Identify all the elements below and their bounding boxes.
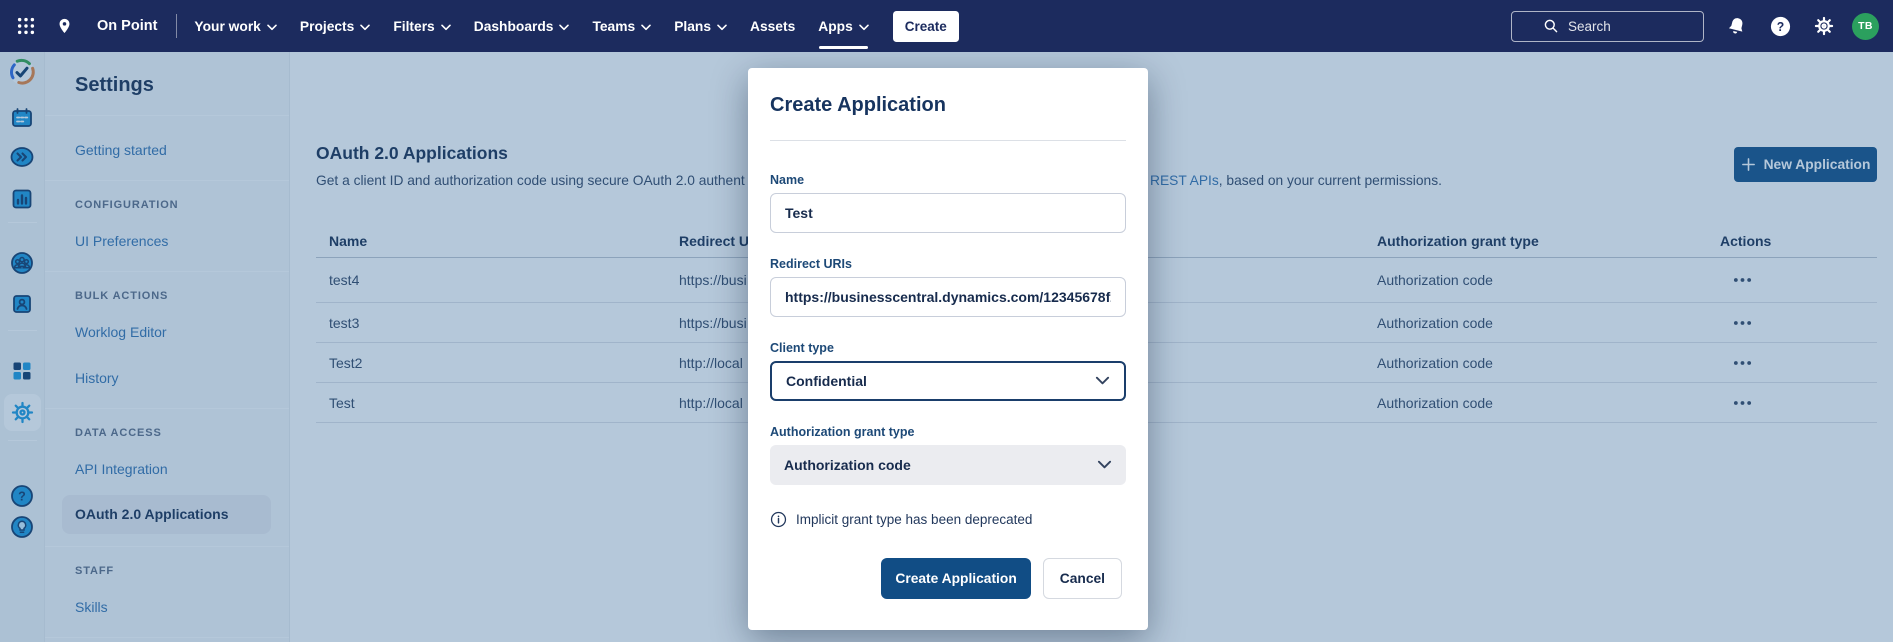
nav-item-your-work[interactable]: Your work: [194, 0, 276, 52]
create-button[interactable]: Create: [893, 11, 959, 42]
client-type-value: Confidential: [786, 373, 867, 389]
create-application-submit-button[interactable]: Create Application: [881, 558, 1030, 599]
location-pin-icon[interactable]: [56, 15, 73, 37]
nav-item-label: Filters: [393, 19, 434, 34]
deprecation-note: Implicit grant type has been deprecated: [770, 511, 1126, 528]
grant-type-label: Authorization grant type: [770, 424, 1126, 440]
client-type-label: Client type: [770, 340, 1126, 356]
nav-item-label: Dashboards: [474, 19, 554, 34]
chevron-down-icon: [360, 24, 370, 31]
svg-text:?: ?: [1777, 19, 1785, 33]
nav-item-assets[interactable]: Assets: [750, 0, 795, 52]
client-type-select[interactable]: Confidential: [770, 361, 1126, 401]
dialog-title: Create Application: [770, 92, 1126, 118]
nav-item-apps[interactable]: Apps: [818, 0, 869, 52]
nav-menu: Your work Projects Filters Dashboards Teams P…: [194, 0, 868, 52]
nav-item-label: Teams: [592, 19, 635, 34]
search-box[interactable]: [1511, 11, 1704, 42]
chevron-down-icon: [717, 24, 727, 31]
chevron-down-icon: [641, 24, 651, 31]
workspace-name[interactable]: On Point: [97, 18, 157, 34]
app-window: On Point Your work Projects Filters Dashboa…: [0, 0, 1893, 642]
app-switcher-icon[interactable]: [16, 16, 36, 36]
notifications-bell-icon[interactable]: [1725, 15, 1748, 38]
nav-item-label: Apps: [818, 19, 853, 34]
top-nav: On Point Your work Projects Filters Dashboa…: [0, 0, 1893, 52]
nav-item-label: Projects: [300, 19, 354, 34]
nav-item-filters[interactable]: Filters: [393, 0, 450, 52]
chevron-down-icon: [1095, 376, 1110, 386]
page-content: ? Settings Getting startedCONFIGURATIONU…: [0, 52, 1893, 642]
name-label: Name: [770, 172, 1126, 188]
nav-divider: [176, 14, 177, 38]
nav-item-projects[interactable]: Projects: [300, 0, 370, 52]
info-icon: [770, 511, 787, 528]
search-input[interactable]: [1568, 19, 1693, 34]
nav-right: ? TB: [1511, 11, 1879, 42]
grant-type-select[interactable]: Authorization code: [770, 445, 1126, 485]
chevron-down-icon: [267, 24, 277, 31]
nav-item-dashboards[interactable]: Dashboards: [474, 0, 570, 52]
chevron-down-icon: [1097, 460, 1112, 470]
search-icon: [1543, 18, 1559, 34]
redirect-uris-label: Redirect URIs: [770, 256, 1126, 272]
help-icon[interactable]: ?: [1769, 15, 1792, 38]
nav-item-plans[interactable]: Plans: [674, 0, 727, 52]
name-field[interactable]: [770, 193, 1126, 233]
settings-gear-icon[interactable]: [1813, 15, 1835, 37]
chevron-down-icon: [559, 24, 569, 31]
user-avatar[interactable]: TB: [1852, 13, 1879, 40]
chevron-down-icon: [859, 24, 869, 31]
nav-item-label: Assets: [750, 19, 795, 34]
grant-type-value: Authorization code: [784, 457, 911, 473]
dialog-actions: Create Application Cancel: [770, 558, 1126, 599]
nav-item-label: Plans: [674, 19, 711, 34]
nav-item-label: Your work: [194, 19, 260, 34]
dialog-divider: [770, 140, 1126, 141]
redirect-uris-field[interactable]: [770, 277, 1126, 317]
chevron-down-icon: [441, 24, 451, 31]
nav-item-teams[interactable]: Teams: [592, 0, 651, 52]
create-application-dialog: Create Application Name Redirect URIs Cl…: [748, 68, 1148, 630]
deprecation-note-text: Implicit grant type has been deprecated: [796, 512, 1032, 527]
cancel-button[interactable]: Cancel: [1043, 558, 1122, 599]
